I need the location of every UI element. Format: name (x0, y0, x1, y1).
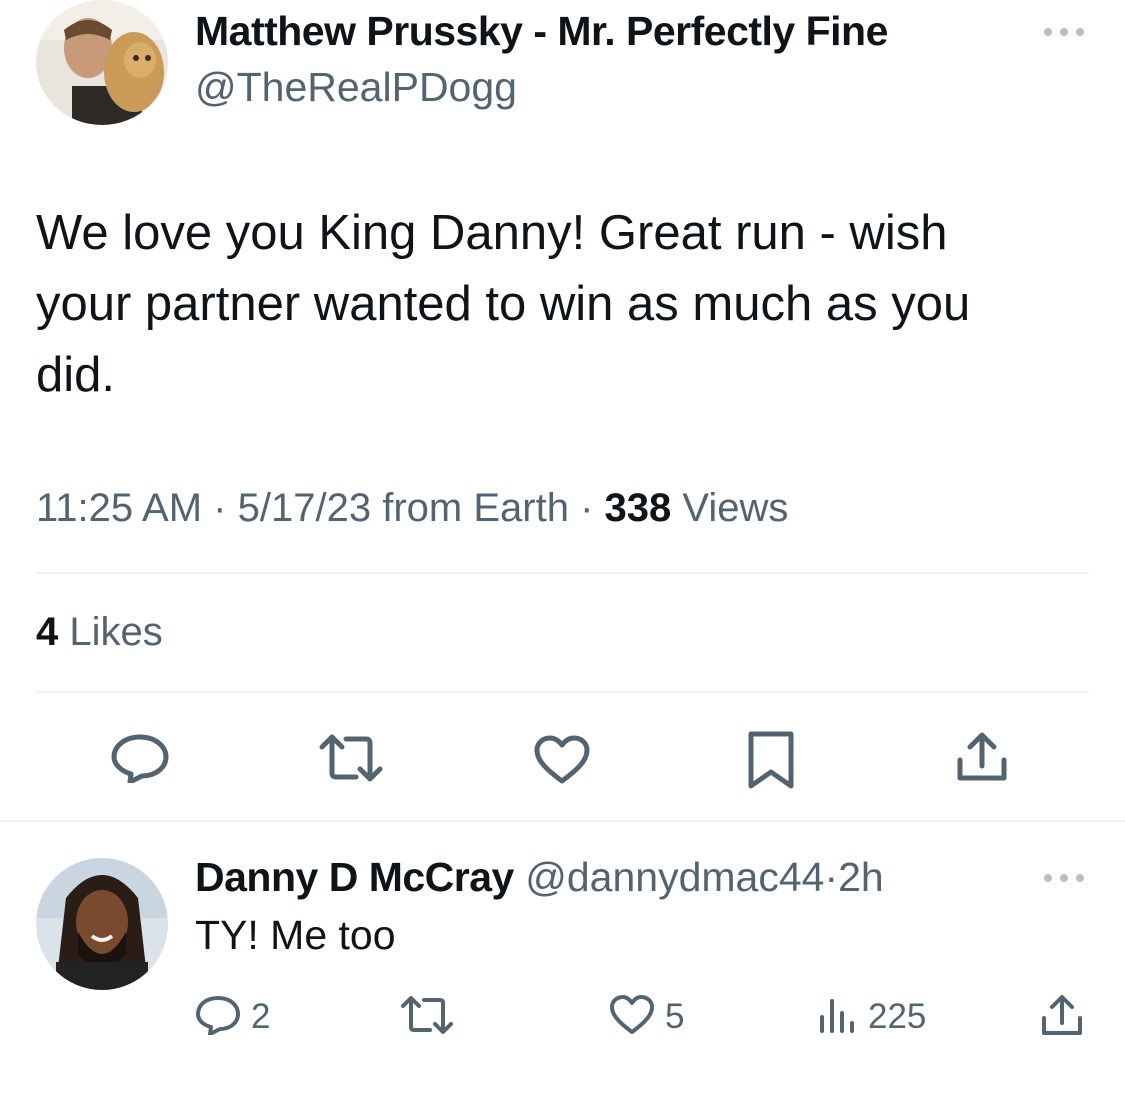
views-label: Views (682, 486, 789, 530)
reply-icon (195, 995, 241, 1040)
reply-author-avatar[interactable] (36, 858, 168, 990)
reply-retweet-button[interactable] (400, 994, 454, 1040)
like-count: 5 (665, 997, 685, 1036)
tweet-text: We love you King Danny! Great run - wish… (36, 206, 971, 402)
meta-separator: · (580, 486, 594, 530)
reply-icon[interactable] (110, 733, 170, 783)
reply-views-button[interactable]: 225 (818, 994, 926, 1040)
divider (36, 572, 1089, 574)
like-icon (609, 994, 655, 1040)
likes-count: 4 (36, 610, 59, 654)
tweet-source: from Earth (382, 486, 569, 530)
divider (36, 691, 1089, 693)
author-name[interactable]: Matthew Prussky - Mr. Perfectly Fine (195, 8, 888, 55)
retweet-icon[interactable] (318, 733, 384, 783)
likes-link[interactable]: 4 Likes (36, 610, 163, 655)
likes-label: Likes (69, 610, 163, 654)
tweet-time: 11:25 AM (36, 486, 203, 530)
divider (0, 820, 1125, 822)
views-count: 338 (604, 486, 672, 530)
meta-separator: · (824, 854, 839, 900)
retweet-icon (400, 995, 454, 1040)
views-icon (818, 995, 858, 1040)
tweet-date: 5/17/23 (237, 486, 372, 530)
author-handle[interactable]: @TheRealPDogg (195, 64, 517, 111)
reply-author-handle[interactable]: @dannydmac44 (525, 854, 824, 900)
reply-header: Danny D McCray @dannydmac44·2h (195, 854, 884, 901)
share-icon (1040, 993, 1084, 1042)
reply-reply-button[interactable]: 2 (195, 994, 270, 1040)
more-options-icon[interactable] (1040, 22, 1088, 42)
tweet-meta: 11:25 AM · 5/17/23 from Earth · 338 View… (36, 486, 788, 531)
views-count: 225 (868, 997, 927, 1036)
like-icon[interactable] (533, 735, 591, 785)
reply-author-name[interactable]: Danny D McCray (195, 854, 514, 900)
author-avatar[interactable] (36, 0, 168, 125)
share-icon[interactable] (955, 730, 1009, 784)
reply-count: 2 (251, 997, 271, 1036)
reply-share-button[interactable] (1040, 994, 1084, 1040)
meta-separator: · (213, 486, 227, 530)
reply-like-button[interactable]: 5 (609, 994, 684, 1040)
bookmark-icon[interactable] (747, 730, 795, 790)
reply-timestamp[interactable]: 2h (838, 854, 884, 900)
reply-text: TY! Me too (195, 912, 396, 958)
more-options-icon[interactable] (1040, 868, 1088, 888)
